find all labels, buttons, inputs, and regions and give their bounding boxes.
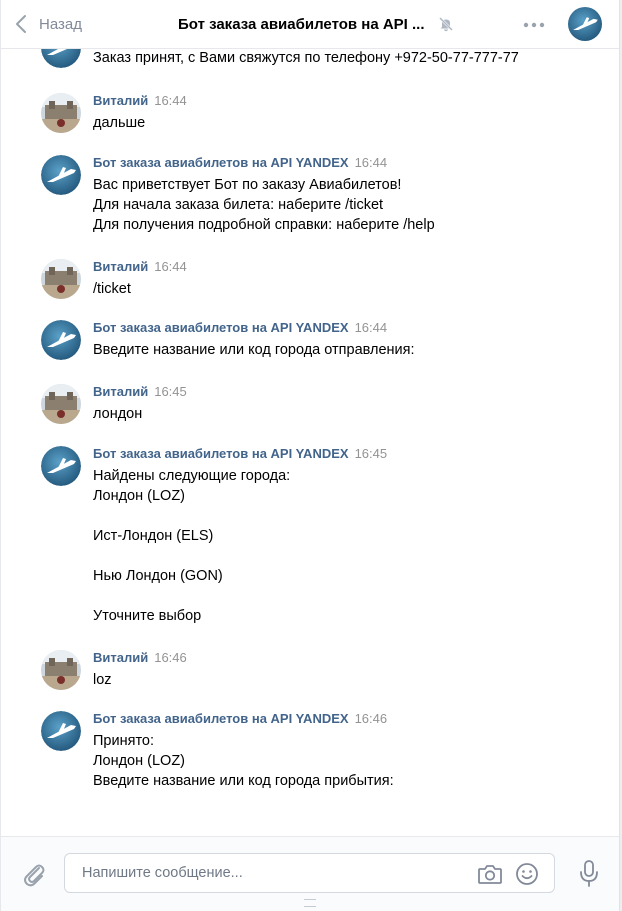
author-name[interactable]: Виталий [93,259,148,274]
bot-avatar[interactable] [41,446,81,486]
message-input-box [64,853,555,893]
author-name[interactable]: Бот заказа авиабилетов на API YANDEX [93,155,349,170]
user-avatar[interactable] [41,93,81,133]
bot-avatar[interactable] [41,711,81,751]
chat-window: Заказ принят, с Вами свяжутся по телефон… [0,0,620,911]
message-time[interactable]: 16:44 [355,155,388,170]
user-avatar[interactable] [41,650,81,690]
chat-avatar[interactable] [568,7,602,45]
message-time[interactable]: 16:45 [154,384,187,399]
author-name[interactable]: Бот заказа авиабилетов на API YANDEX [93,320,349,335]
paperclip-icon[interactable] [22,861,46,891]
author-name[interactable]: Виталий [93,384,148,399]
message-meta: Бот заказа авиабилетов на API YANDEX 16:4… [93,155,387,171]
message-time[interactable]: 16:46 [154,650,187,665]
message-time[interactable]: 16:45 [355,446,388,461]
author-name[interactable]: Виталий [93,93,148,108]
chat-title[interactable]: Бот заказа авиабилетов на API ... [178,16,425,33]
message-time[interactable]: 16:44 [355,320,388,335]
user-avatar[interactable] [41,259,81,299]
back-button[interactable]: Назад [15,14,82,34]
more-dots-icon[interactable] [523,16,545,36]
message-meta: Бот заказа авиабилетов на API YANDEX 16:4… [93,711,387,727]
message-text: Введите название или код города отправле… [93,342,415,358]
author-name[interactable]: Виталий [93,650,148,665]
message-text: Принято: Лондон (LOZ) Введите название и… [93,733,394,789]
chat-header: Назад Бот заказа авиабилетов на API ... [1,0,619,49]
message-meta: Виталий 16:44 [93,259,187,275]
author-name[interactable]: Бот заказа авиабилетов на API YANDEX [93,446,349,461]
message-composer [1,836,619,911]
message-text: дальше [93,115,146,131]
muted-bell-icon[interactable] [438,16,454,36]
microphone-icon[interactable] [578,859,600,893]
message-text: Вас приветствует Бот по заказу Авиабилет… [93,177,435,233]
message-time[interactable]: 16:44 [154,93,187,108]
message-text: /ticket [93,281,131,297]
user-avatar[interactable] [41,384,81,424]
message-meta: Виталий 16:46 [93,650,187,666]
back-label: Назад [39,15,82,33]
resize-handle[interactable] [304,899,316,907]
message-text: loz [93,672,112,688]
chevron-left-icon [16,15,26,33]
message-meta: Виталий 16:44 [93,93,187,109]
message-time[interactable]: 16:46 [355,711,388,726]
smile-icon[interactable] [515,862,539,890]
message-text: Заказ принят, с Вами свяжутся по телефон… [93,50,519,66]
author-name[interactable]: Бот заказа авиабилетов на API YANDEX [93,711,349,726]
message-meta: Бот заказа авиабилетов на API YANDEX 16:4… [93,320,387,336]
message-history: Заказ принят, с Вами свяжутся по телефон… [1,0,619,836]
bot-avatar[interactable] [41,320,81,360]
message-input[interactable] [80,864,464,882]
message-meta: Бот заказа авиабилетов на API YANDEX 16:4… [93,446,387,462]
message-text: Найдены следующие города: Лондон (LOZ) И… [93,468,291,624]
camera-icon[interactable] [477,863,503,889]
message-time[interactable]: 16:44 [154,259,187,274]
message-meta: Виталий 16:45 [93,384,187,400]
bot-avatar[interactable] [41,155,81,195]
message-text: лондон [93,406,143,422]
